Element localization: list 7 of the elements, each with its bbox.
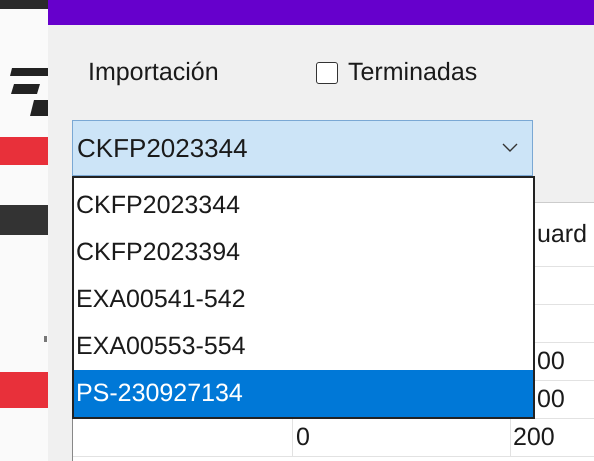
terminadas-checkbox[interactable]: Terminadas — [316, 58, 478, 87]
dropdown-option[interactable]: PS-230927134 — [74, 370, 533, 417]
chevron-icon — [502, 143, 518, 153]
dropdown-option[interactable]: EXA00541-542 — [74, 276, 533, 323]
import-dropdown[interactable]: CKFP2023344 — [72, 120, 533, 176]
filter-label: Importación — [88, 58, 220, 87]
checkbox-square[interactable] — [316, 62, 338, 84]
